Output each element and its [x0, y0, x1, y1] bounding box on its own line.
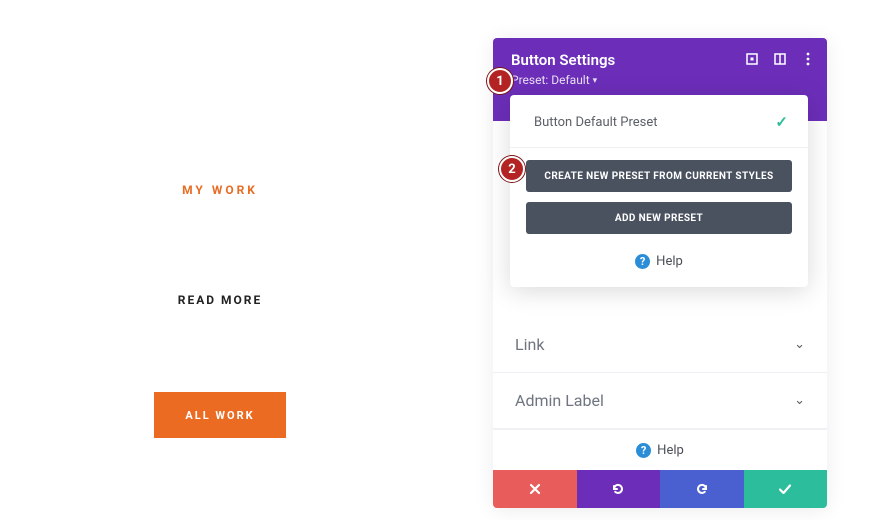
preset-option-default[interactable]: Button Default Preset ✓ [510, 95, 808, 148]
preset-dropdown-trigger[interactable]: Preset: Default▾ [511, 73, 809, 87]
add-new-preset-button[interactable]: ADD NEW PRESET [526, 202, 792, 234]
accordion-admin-label[interactable]: Admin Label ⌄ [493, 373, 827, 429]
callout-badge-1: 1 [487, 68, 513, 94]
header-icon-group [745, 52, 815, 66]
check-icon [777, 481, 793, 497]
save-button[interactable] [744, 470, 828, 508]
chevron-down-icon: ⌄ [794, 393, 805, 408]
preset-label: Preset: Default [511, 73, 590, 87]
section-heading-my-work: MY WORK [182, 183, 258, 197]
create-preset-from-current-button[interactable]: CREATE NEW PRESET FROM CURRENT STYLES [526, 160, 792, 192]
callout-badge-2: 2 [499, 156, 525, 182]
panel-help-row[interactable]: ? Help [493, 429, 827, 470]
panel-footer [493, 470, 827, 508]
undo-button[interactable] [577, 470, 661, 508]
caret-down-icon: ▾ [593, 76, 598, 86]
undo-icon [610, 481, 626, 497]
read-more-link[interactable]: READ MORE [178, 293, 263, 307]
preset-dropdown: Button Default Preset ✓ CREATE NEW PRESE… [510, 95, 808, 287]
redo-icon [694, 481, 710, 497]
close-icon [528, 482, 542, 496]
redo-button[interactable] [660, 470, 744, 508]
accordion-link[interactable]: Link ⌄ [493, 317, 827, 373]
preset-option-label: Button Default Preset [534, 115, 658, 130]
layout-icon[interactable] [773, 52, 787, 66]
help-icon: ? [636, 443, 651, 458]
expand-icon[interactable] [745, 52, 759, 66]
help-label: Help [657, 443, 684, 458]
accordion-label: Link [515, 335, 544, 354]
chevron-down-icon: ⌄ [794, 337, 805, 352]
cancel-button[interactable] [493, 470, 577, 508]
accordion-label: Admin Label [515, 391, 604, 410]
panel-header: Button Settings Preset: Default▾ [493, 38, 827, 101]
page-preview: MY WORK READ MORE ALL WORK [0, 0, 440, 520]
dropdown-help-row[interactable]: ? Help [510, 254, 808, 269]
help-label: Help [656, 254, 683, 269]
all-work-button[interactable]: ALL WORK [154, 392, 286, 438]
help-icon: ? [635, 254, 650, 269]
check-icon: ✓ [775, 113, 788, 131]
more-icon[interactable] [801, 52, 815, 66]
